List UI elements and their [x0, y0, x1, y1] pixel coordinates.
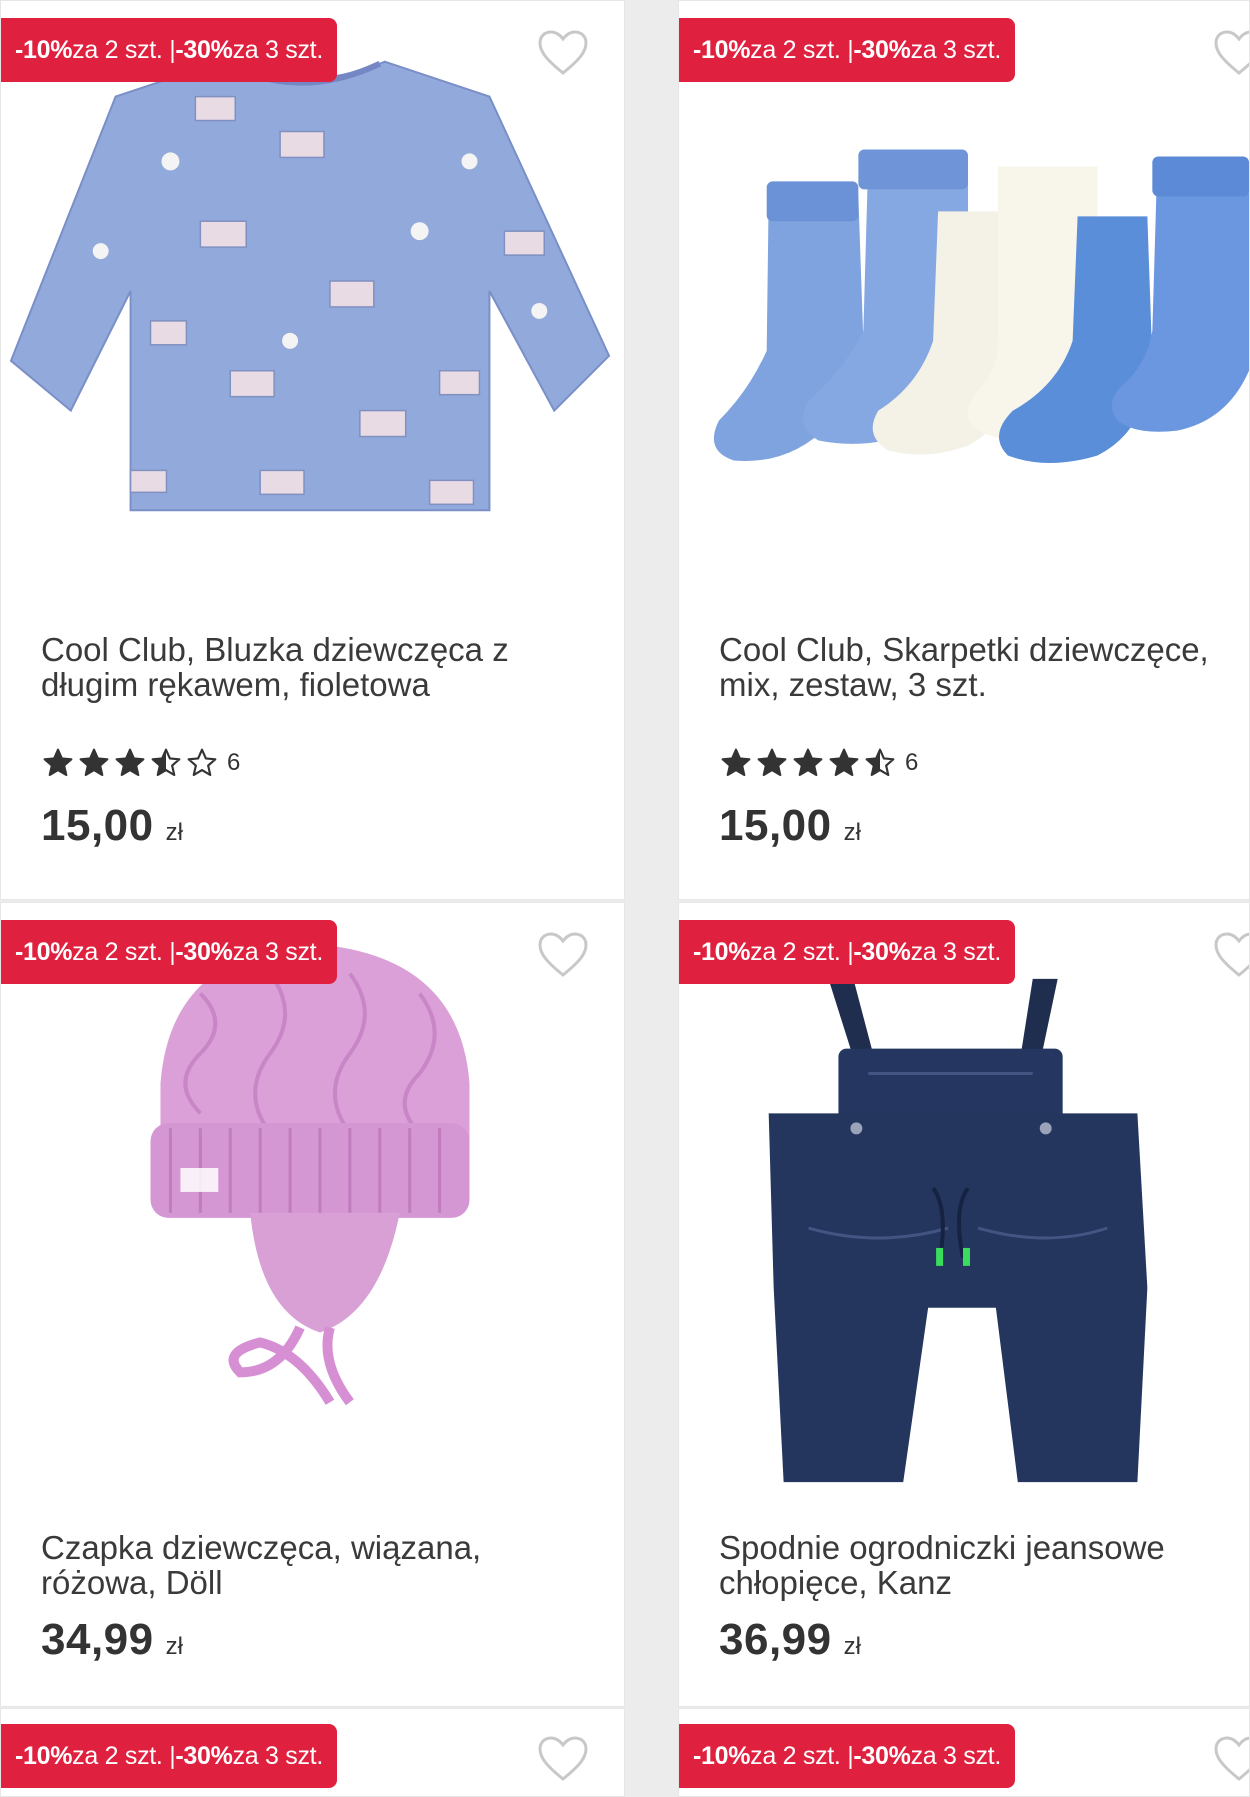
star-half-icon: [151, 748, 181, 777]
promo-text-1: za 2 szt. |: [750, 35, 854, 64]
promo-badge: -10% za 2 szt. | -30% za 3 szt.: [1, 18, 337, 82]
star-full-icon: [721, 748, 751, 777]
product-price: 15,00 zł: [41, 801, 183, 851]
price-amount: 15,00: [719, 801, 832, 850]
product-title[interactable]: Cool Club, Bluzka dziewczęca z długim rę…: [41, 632, 604, 702]
wishlist-heart-icon[interactable]: [1213, 931, 1250, 979]
star-full-icon: [115, 748, 145, 777]
star-full-icon: [757, 748, 787, 777]
promo-badge: -10% za 2 szt. | -30% za 3 szt.: [679, 18, 1015, 82]
price-currency: zł: [843, 819, 861, 846]
product-price: 34,99 zł: [41, 1615, 183, 1665]
wishlist-heart-icon[interactable]: [537, 29, 589, 77]
promo-badge: -10% za 2 szt. | -30% za 3 szt.: [1, 920, 337, 984]
product-image[interactable]: [1, 933, 624, 1413]
promo-text-1: za 2 szt. |: [72, 1741, 176, 1770]
wishlist-heart-icon[interactable]: [537, 931, 589, 979]
product-image[interactable]: [679, 121, 1249, 491]
review-count: 6: [227, 749, 241, 776]
price-currency: zł: [843, 1633, 861, 1660]
promo-discount-1: -10%: [15, 35, 73, 64]
promo-discount-2: -30%: [853, 1741, 911, 1770]
price-amount: 15,00: [41, 801, 154, 850]
promo-text-1: za 2 szt. |: [72, 937, 176, 966]
product-card[interactable]: -10% za 2 szt. | -30% za 3 szt.: [0, 1708, 625, 1797]
product-image[interactable]: [679, 978, 1249, 1483]
promo-discount-1: -10%: [693, 1741, 751, 1770]
promo-discount-2: -30%: [853, 937, 911, 966]
price-currency: zł: [165, 1633, 183, 1660]
product-rating: 6: [719, 747, 918, 779]
wishlist-heart-icon[interactable]: [1213, 29, 1250, 77]
promo-badge: -10% za 2 szt. | -30% za 3 szt.: [1, 1724, 337, 1788]
star-full-icon: [829, 748, 859, 777]
product-grid: -10% za 2 szt. | -30% za 3 szt. Cool Clu…: [0, 0, 1250, 1797]
product-price: 36,99 zł: [719, 1615, 861, 1665]
product-card[interactable]: -10% za 2 szt. | -30% za 3 szt.: [0, 902, 625, 1707]
promo-discount-1: -10%: [693, 35, 751, 64]
product-title[interactable]: Czapka dziewczęca, wiązana, różowa, Döll: [41, 1530, 604, 1600]
promo-text-2: za 3 szt.: [910, 35, 1002, 64]
promo-discount-2: -30%: [175, 937, 233, 966]
promo-discount-2: -30%: [175, 35, 233, 64]
promo-text-2: za 3 szt.: [232, 35, 324, 64]
price-currency: zł: [165, 819, 183, 846]
product-title[interactable]: Spodnie ogrodniczki jeansowe chłopięce, …: [719, 1530, 1229, 1600]
product-title[interactable]: Cool Club, Skarpetki dziewczęce, mix, ze…: [719, 632, 1229, 702]
price-amount: 34,99: [41, 1615, 154, 1664]
product-card[interactable]: -10% za 2 szt. | -30% za 3 szt.: [678, 1708, 1250, 1797]
promo-text-2: za 3 szt.: [232, 1741, 324, 1770]
product-rating: 6: [41, 747, 240, 779]
promo-discount-1: -10%: [15, 937, 73, 966]
promo-text-2: za 3 szt.: [910, 937, 1002, 966]
promo-text-1: za 2 szt. |: [750, 937, 854, 966]
star-half-icon: [865, 748, 895, 777]
promo-text-1: za 2 szt. |: [750, 1741, 854, 1770]
product-image[interactable]: [1, 41, 624, 531]
product-card[interactable]: -10% za 2 szt. | -30% za 3 szt. Cool Clu…: [0, 0, 625, 900]
product-card[interactable]: -10% za 2 szt. | -30% za 3 szt. Cool Clu…: [678, 0, 1250, 900]
review-count: 6: [905, 749, 919, 776]
promo-discount-2: -30%: [175, 1741, 233, 1770]
wishlist-heart-icon[interactable]: [1213, 1735, 1250, 1783]
promo-discount-1: -10%: [693, 937, 751, 966]
promo-discount-2: -30%: [853, 35, 911, 64]
wishlist-heart-icon[interactable]: [537, 1735, 589, 1783]
price-amount: 36,99: [719, 1615, 832, 1664]
promo-discount-1: -10%: [15, 1741, 73, 1770]
product-card[interactable]: -10% za 2 szt. | -30% za 3 szt. Spodnie …: [678, 902, 1250, 1707]
product-price: 15,00 zł: [719, 801, 861, 851]
promo-text-2: za 3 szt.: [910, 1741, 1002, 1770]
promo-text-1: za 2 szt. |: [72, 35, 176, 64]
promo-badge: -10% za 2 szt. | -30% za 3 szt.: [679, 1724, 1015, 1788]
star-empty-icon: [187, 748, 217, 777]
star-full-icon: [79, 748, 109, 777]
promo-badge: -10% za 2 szt. | -30% za 3 szt.: [679, 920, 1015, 984]
promo-text-2: za 3 szt.: [232, 937, 324, 966]
star-full-icon: [793, 748, 823, 777]
star-full-icon: [43, 748, 73, 777]
